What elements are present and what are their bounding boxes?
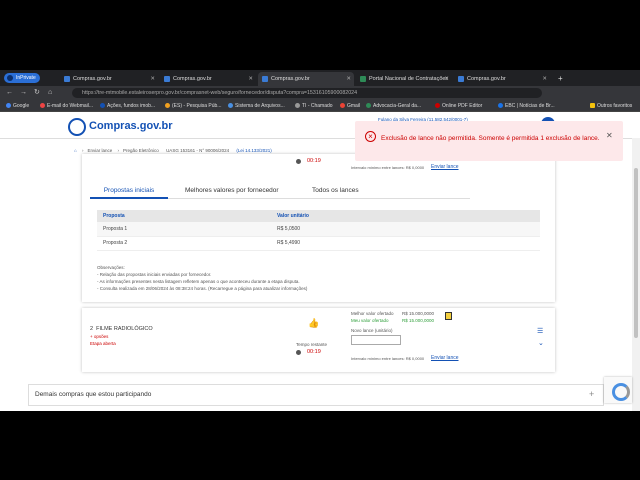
close-icon[interactable]: ✕ (444, 72, 449, 86)
expand-icon[interactable]: + (589, 389, 594, 399)
close-icon[interactable]: ✕ (346, 72, 351, 86)
col-header-proposal: Proposta (97, 210, 271, 222)
browser-tab-active[interactable]: Compras.gov.br ✕ (258, 72, 354, 86)
breadcrumb-item[interactable]: Pregão Eletrônico (123, 148, 159, 153)
tab-best-values[interactable]: Melhores valores por fornecedor (185, 185, 279, 197)
observation-line: - Relação das propostas iniciais enviada… (97, 272, 212, 277)
home-icon[interactable]: ⌂ (48, 88, 52, 98)
min-interval: Intervalo mínimo entre lances: R$ 0,0000 (351, 356, 425, 361)
item-stage: Etapa aberta (90, 341, 116, 346)
list-icon[interactable]: ☰ (537, 327, 543, 335)
home-icon[interactable]: ⌂ (74, 148, 77, 153)
bookmark-item[interactable]: Advocacia-Geral da... (366, 100, 421, 112)
address-bar[interactable]: https://tre-mtmobile.estaleiroserpro.gov… (72, 88, 542, 98)
time-label: Tempo restante (296, 342, 328, 347)
breadcrumb-item: (Lei 14.133/2021) (236, 148, 272, 153)
observation-line: - As informações presentes nesta listage… (97, 279, 300, 284)
bookmark-item[interactable]: Gmail (340, 100, 360, 112)
table-cell: Proposta 2 (97, 236, 271, 251)
trash-icon[interactable] (445, 312, 452, 320)
other-purchases-label: Demais compras que estou participando (35, 391, 152, 398)
my-value-label: Meu valor ofertado (351, 318, 389, 323)
close-icon[interactable]: ✕ (606, 131, 613, 140)
favicon-icon (164, 75, 170, 82)
close-icon[interactable]: ✕ (248, 72, 253, 86)
min-interval: Intervalo mínimo entre lances: R$ 0,0000 (351, 165, 425, 170)
best-value-label: Melhor valor ofertado (351, 311, 394, 316)
bookmark-item[interactable]: Google (6, 100, 29, 112)
table-row: Proposta 2 R$ 5,4990 (97, 236, 540, 251)
bookmark-item[interactable]: Sistema de Arquivos... (228, 100, 285, 112)
send-bid-link[interactable]: Enviar lance (431, 355, 459, 361)
new-tab-button[interactable]: + (554, 72, 566, 86)
table-cell: R$ 5,0500 (271, 222, 540, 237)
bookmark-item[interactable]: Online PDF Editor (435, 100, 482, 112)
table-cell: R$ 5,4990 (271, 236, 540, 251)
item-card-2: 2 FILME RADIOLÓGICO + opsões Etapa abert… (82, 308, 555, 372)
favicon-icon (360, 75, 366, 82)
table-row: Proposta 1 R$ 5,0500 (97, 222, 540, 237)
logo-icon (68, 118, 86, 136)
address-row: ← → ↻ ⌂ https://tre-mtmobile.estaleirose… (0, 86, 640, 100)
browser-tab[interactable]: Compras.gov.br ✕ (60, 72, 158, 86)
browser-tab[interactable]: Compras.gov.br ✕ (160, 72, 256, 86)
site-logo[interactable]: Compras.gov.br (89, 120, 173, 132)
close-icon[interactable]: ✕ (542, 72, 547, 86)
breadcrumb-item[interactable]: Enviar lance (87, 148, 112, 153)
new-bid-input[interactable] (351, 335, 401, 345)
item-options[interactable]: + opsões (90, 334, 108, 339)
reload-icon[interactable]: ↻ (34, 88, 40, 98)
observations: Observações: - Relação das propostas ini… (97, 264, 307, 292)
clock-icon (296, 159, 301, 164)
observations-title: Observações: (97, 265, 125, 270)
best-value: R$ 15.000,0000 (402, 311, 435, 316)
my-value: R$ 15.000,0000 (402, 318, 435, 323)
breadcrumb-item: UASG 153161 - N° 90006/2024 (166, 148, 230, 153)
browser-tab[interactable]: Portal Nacional de Contratações ✕ (356, 72, 452, 86)
favicon-icon (64, 75, 70, 82)
bookmark-item[interactable]: Ações, fundos imob... (100, 100, 155, 112)
favicon-icon (262, 75, 268, 82)
col-header-unit-value: Valor unitário (271, 210, 540, 222)
tab-all-bids[interactable]: Todos os lances (312, 185, 359, 197)
breadcrumb: ⌂ › Enviar lance › Pregão Eletrônico UASG … (74, 148, 272, 153)
thumbs-up-icon: 👍 (308, 318, 320, 328)
back-icon[interactable]: ← (6, 88, 13, 98)
recaptcha-badge[interactable] (604, 377, 632, 403)
chevron-down-icon[interactable]: ⌄ (538, 339, 544, 347)
clock-icon (296, 350, 301, 355)
bookmark-item[interactable]: TI - Chamado (295, 100, 333, 112)
item-number: 2 FILME RADIOLÓGICO (90, 326, 153, 332)
scroll-thumb[interactable] (634, 168, 638, 338)
proposals-table: Proposta Valor unitário Proposta 1 R$ 5,… (97, 210, 540, 251)
scrollbar[interactable] (632, 138, 640, 411)
new-bid-label: Novo lance (unitário) (351, 328, 393, 333)
toast-message: Exclusão de lance não permitida. Somente… (381, 135, 600, 142)
inprivate-badge[interactable]: InPrivate (4, 73, 40, 83)
other-purchases-bar[interactable]: Demais compras que estou participando + (28, 384, 604, 406)
browser-tab[interactable]: Compras.gov.br ✕ (454, 72, 550, 86)
bookmark-folder[interactable]: Outros favoritos (590, 100, 632, 112)
table-cell: Proposta 1 (97, 222, 271, 237)
bookmarks-bar: Google E-mail do Webmail... Ações, fundo… (0, 100, 640, 112)
close-icon[interactable]: ✕ (150, 72, 155, 86)
send-bid-link[interactable]: Enviar lance (431, 164, 459, 170)
tab-initial-proposals[interactable]: Propostas iniciais (90, 185, 168, 199)
time-value: 00:19 (307, 158, 321, 164)
bookmark-item[interactable]: E-mail do Webmail... (40, 100, 93, 112)
tabs-row: Propostas iniciais Melhores valores por … (90, 185, 470, 199)
browser-tabbar: InPrivate Compras.gov.br ✕ Compras.gov.br… (0, 70, 640, 86)
favicon-icon (458, 75, 464, 82)
forward-icon[interactable]: → (20, 88, 27, 98)
error-toast: × Exclusão de lance não permitida. Somen… (355, 121, 623, 161)
bookmark-item[interactable]: (ES) - Pesquisa Púb... (165, 100, 221, 112)
error-icon: × (365, 131, 376, 142)
bookmark-item[interactable]: EBC | Notícias de Br... (498, 100, 555, 112)
item-name: FILME RADIOLÓGICO (96, 326, 153, 332)
time-value: 00:19 (307, 349, 321, 355)
observation-line: - Consulta realizada em 28/06/2024 às 08… (97, 286, 308, 291)
